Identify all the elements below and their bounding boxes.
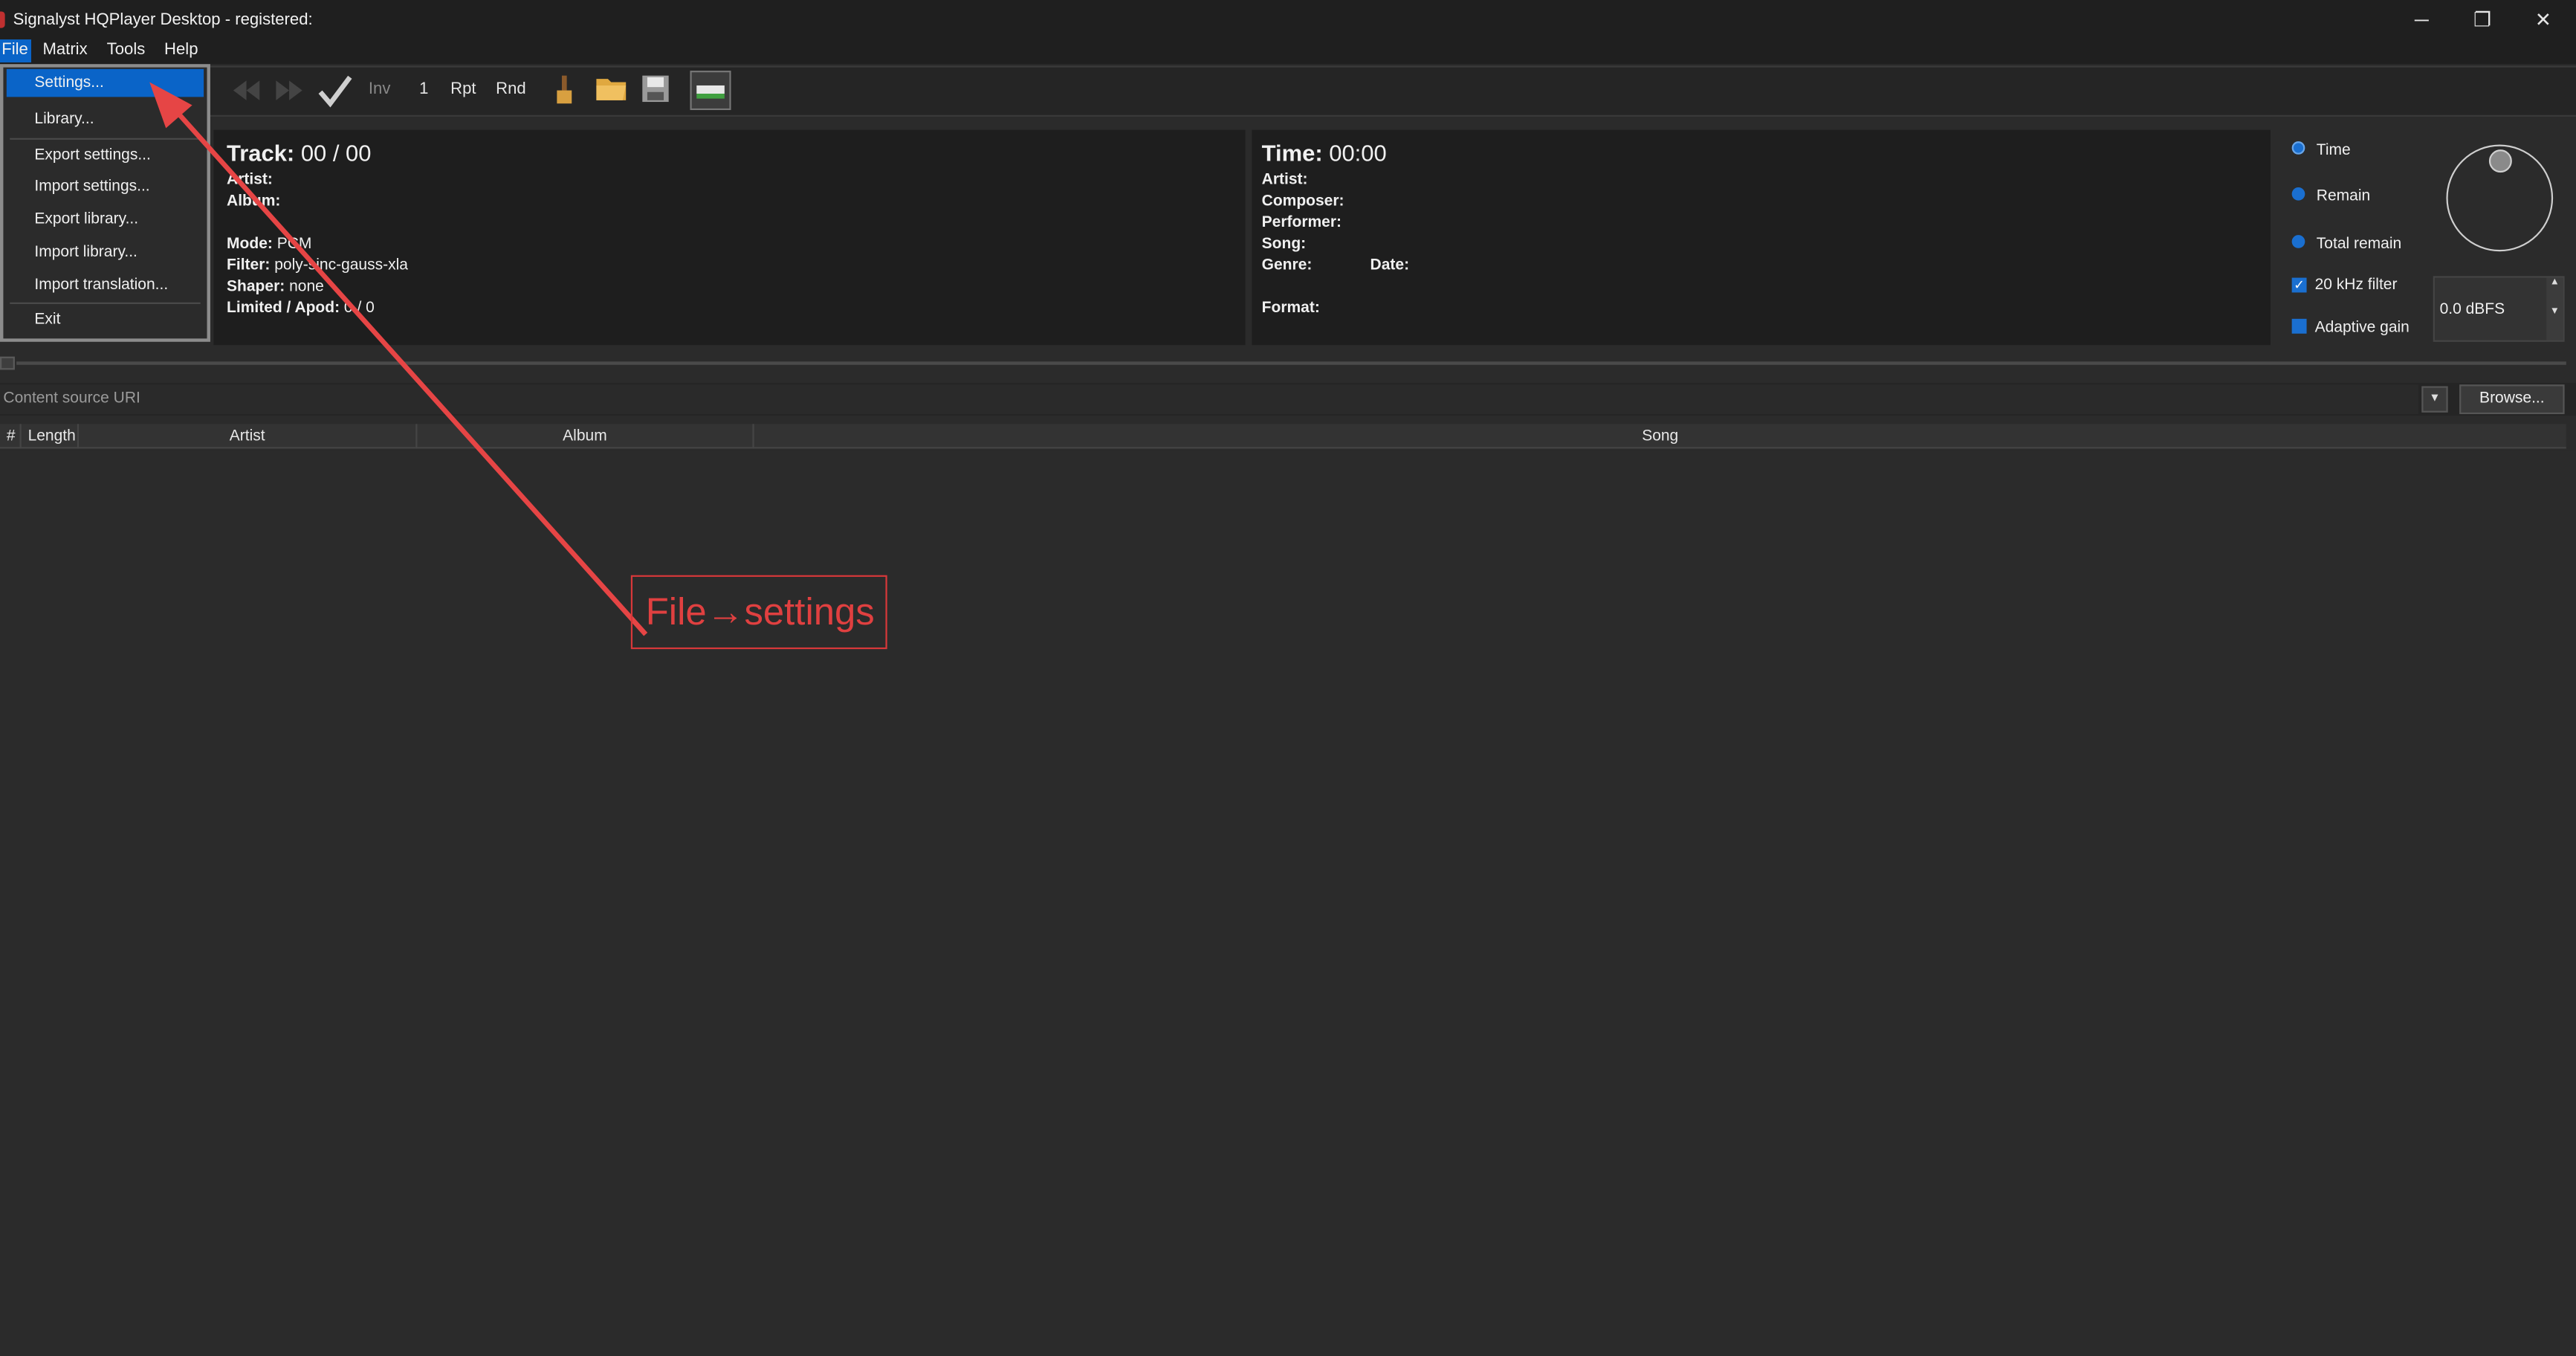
annotation-label: File→settings xyxy=(630,575,887,650)
annotation-arrow xyxy=(149,82,648,636)
app-window: Signalyst HQPlayer Desktop - registered:… xyxy=(0,0,2576,1356)
